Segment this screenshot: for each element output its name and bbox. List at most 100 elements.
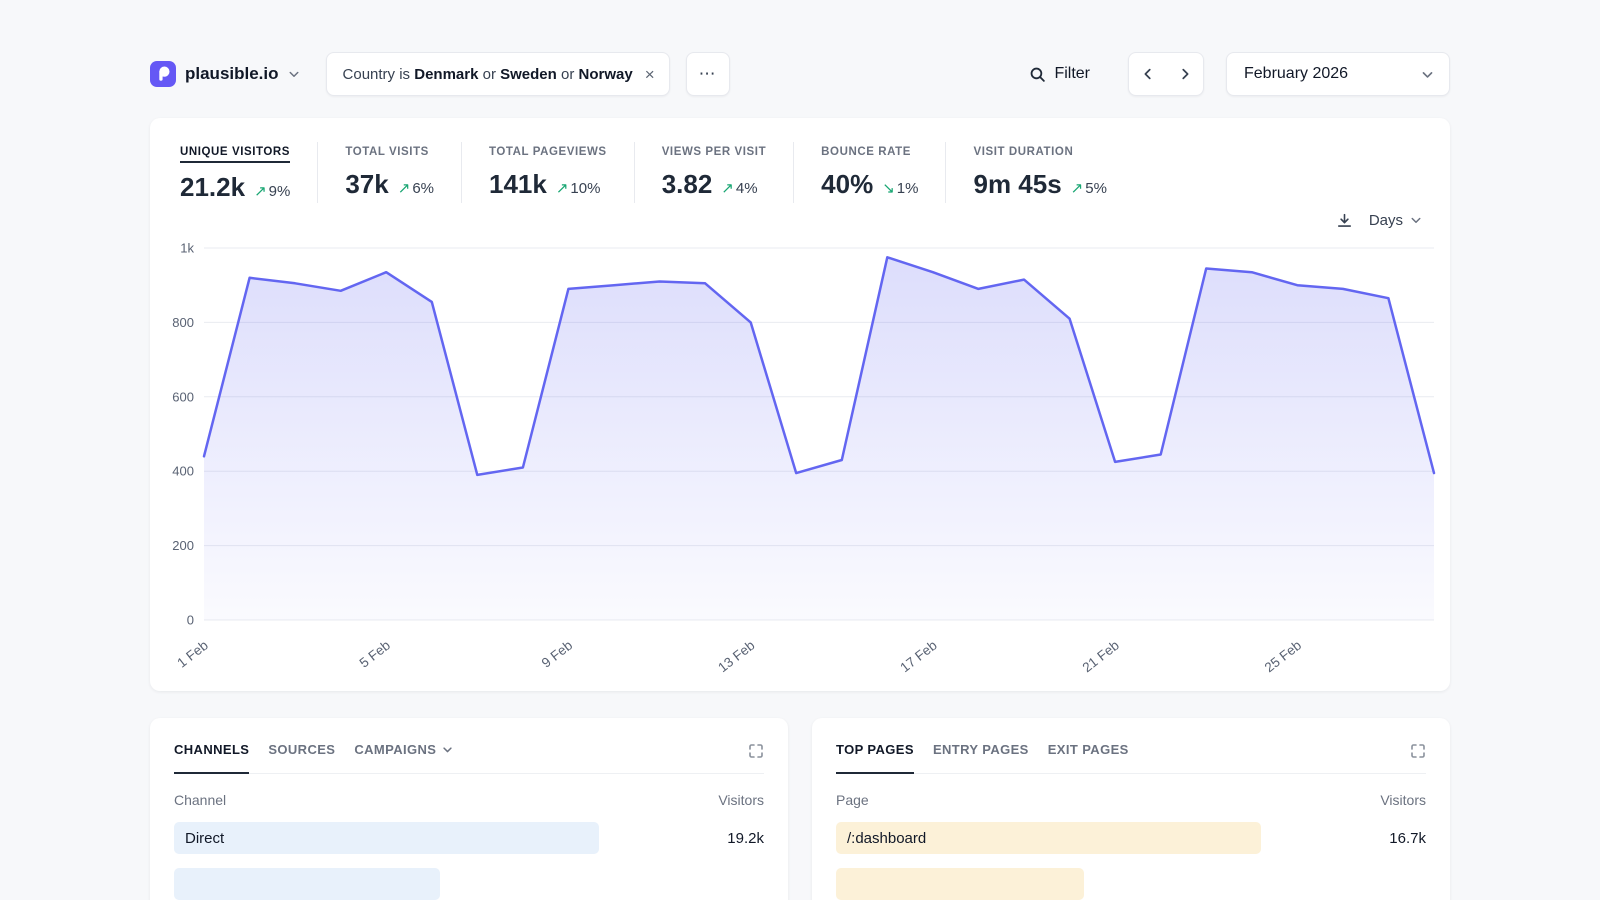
filter-button-label: Filter bbox=[1054, 65, 1090, 83]
expand-report-button[interactable] bbox=[748, 742, 764, 759]
metric-label: UNIQUE VISITORS bbox=[180, 146, 290, 163]
filter-joiner-2: or bbox=[557, 66, 579, 83]
channels-table-header: Channel Visitors bbox=[174, 792, 764, 808]
row-bar bbox=[174, 822, 599, 854]
next-period-button[interactable] bbox=[1166, 53, 1203, 95]
fullscreen-icon bbox=[1410, 743, 1426, 759]
metric-label: TOTAL PAGEVIEWS bbox=[489, 146, 607, 158]
expand-report-button[interactable] bbox=[1410, 742, 1426, 759]
trend-down-icon: ↘ bbox=[882, 180, 895, 197]
metric-change: ↗9% bbox=[254, 182, 290, 200]
row-label[interactable]: Direct bbox=[174, 830, 224, 847]
active-filter-pill[interactable]: Country is Denmark or Sweden or Norway × bbox=[326, 52, 670, 96]
table-row[interactable]: Direct 19.2k bbox=[174, 822, 764, 854]
tab-entry-pages[interactable]: ENTRY PAGES bbox=[933, 742, 1029, 772]
export-button[interactable] bbox=[1336, 212, 1353, 229]
more-options-button[interactable]: ⋯ bbox=[686, 52, 730, 96]
pages-card: TOP PAGES ENTRY PAGES EXIT PAGES Page Vi… bbox=[812, 718, 1450, 900]
filter-button[interactable]: Filter bbox=[1029, 65, 1090, 83]
column-header-page: Page bbox=[836, 792, 869, 808]
svg-text:1 Feb: 1 Feb bbox=[174, 638, 210, 671]
svg-text:0: 0 bbox=[187, 613, 194, 628]
column-header-visitors: Visitors bbox=[1380, 792, 1426, 808]
trend-up-icon: ↗ bbox=[556, 180, 569, 197]
reports-row: CHANNELS SOURCES CAMPAIGNS Channel Visit… bbox=[150, 718, 1450, 900]
metric-views-per-visit[interactable]: VIEWS PER VISIT 3.82 ↗4% bbox=[634, 142, 793, 203]
chevron-down-icon bbox=[1410, 214, 1422, 226]
svg-text:800: 800 bbox=[172, 315, 194, 330]
trend-up-icon: ↗ bbox=[721, 180, 734, 197]
filter-country-3: Norway bbox=[579, 66, 633, 83]
metric-bounce-rate[interactable]: BOUNCE RATE 40% ↘1% bbox=[793, 142, 945, 203]
pages-rows: /:dashboard 16.7k bbox=[836, 822, 1426, 900]
metric-total-pageviews[interactable]: TOTAL PAGEVIEWS 141k ↗10% bbox=[461, 142, 634, 203]
tab-exit-pages[interactable]: EXIT PAGES bbox=[1048, 742, 1129, 772]
top-bar: plausible.io Country is Denmark or Swede… bbox=[150, 50, 1450, 98]
interval-picker[interactable]: Days bbox=[1369, 212, 1422, 229]
chevron-left-icon bbox=[1141, 67, 1155, 81]
svg-text:13 Feb: 13 Feb bbox=[715, 638, 757, 676]
trend-up-icon: ↗ bbox=[398, 180, 411, 197]
prev-period-button[interactable] bbox=[1129, 53, 1166, 95]
download-icon bbox=[1336, 212, 1353, 229]
column-header-channel: Channel bbox=[174, 792, 226, 808]
metric-visit-duration[interactable]: VISIT DURATION 9m 45s ↗5% bbox=[945, 142, 1133, 203]
row-bar bbox=[174, 868, 440, 900]
metric-label: VISIT DURATION bbox=[973, 146, 1073, 158]
svg-text:400: 400 bbox=[172, 464, 194, 479]
metric-total-visits[interactable]: TOTAL VISITS 37k ↗6% bbox=[317, 142, 461, 203]
svg-text:5 Feb: 5 Feb bbox=[357, 638, 393, 671]
metric-value: 9m 45s bbox=[973, 169, 1061, 200]
filter-text: Country is bbox=[343, 66, 415, 83]
svg-text:1k: 1k bbox=[180, 241, 194, 256]
table-row-partial[interactable] bbox=[174, 868, 764, 900]
chart-controls: Days bbox=[150, 207, 1450, 233]
svg-text:600: 600 bbox=[172, 389, 194, 404]
metric-unique-visitors[interactable]: UNIQUE VISITORS 21.2k ↗9% bbox=[180, 142, 317, 203]
metric-change: ↗5% bbox=[1071, 179, 1107, 197]
channels-card: CHANNELS SOURCES CAMPAIGNS Channel Visit… bbox=[150, 718, 788, 900]
column-header-visitors: Visitors bbox=[718, 792, 764, 808]
metric-change: ↗6% bbox=[398, 179, 434, 197]
date-range-label: February 2026 bbox=[1244, 65, 1348, 83]
metric-value: 37k bbox=[345, 169, 388, 200]
metric-change: ↗10% bbox=[556, 179, 601, 197]
filter-joiner-1: or bbox=[478, 66, 500, 83]
chevron-down-icon bbox=[1421, 68, 1434, 81]
tab-sources[interactable]: SOURCES bbox=[268, 742, 335, 772]
table-row[interactable]: /:dashboard 16.7k bbox=[836, 822, 1426, 854]
pages-table-header: Page Visitors bbox=[836, 792, 1426, 808]
date-nav bbox=[1128, 52, 1204, 96]
trend-up-icon: ↗ bbox=[254, 183, 267, 200]
search-icon bbox=[1029, 66, 1046, 83]
row-label[interactable]: /:dashboard bbox=[836, 830, 926, 847]
site-picker[interactable]: plausible.io bbox=[150, 61, 300, 87]
row-value: 19.2k bbox=[727, 830, 764, 847]
metric-change: ↘1% bbox=[882, 179, 918, 197]
channels-tabs: CHANNELS SOURCES CAMPAIGNS bbox=[174, 742, 764, 774]
metric-change: ↗4% bbox=[721, 179, 757, 197]
channels-rows: Direct 19.2k bbox=[174, 822, 764, 900]
chevron-right-icon bbox=[1178, 67, 1192, 81]
metric-label: BOUNCE RATE bbox=[821, 146, 911, 158]
metric-value: 40% bbox=[821, 169, 873, 200]
chevron-down-icon bbox=[288, 68, 300, 80]
tab-campaigns[interactable]: CAMPAIGNS bbox=[354, 742, 453, 772]
table-row-partial[interactable] bbox=[836, 868, 1426, 900]
tab-channels[interactable]: CHANNELS bbox=[174, 742, 249, 774]
metric-value: 3.82 bbox=[662, 169, 713, 200]
pages-tabs: TOP PAGES ENTRY PAGES EXIT PAGES bbox=[836, 742, 1426, 774]
date-range-picker[interactable]: February 2026 bbox=[1226, 52, 1450, 96]
chevron-down-icon bbox=[442, 744, 453, 755]
remove-filter-button[interactable]: × bbox=[645, 66, 655, 83]
tab-top-pages[interactable]: TOP PAGES bbox=[836, 742, 914, 774]
svg-text:25 Feb: 25 Feb bbox=[1262, 638, 1304, 676]
svg-text:17 Feb: 17 Feb bbox=[897, 638, 939, 676]
plausible-logo-icon bbox=[150, 61, 176, 87]
metric-value: 141k bbox=[489, 169, 547, 200]
site-name: plausible.io bbox=[185, 64, 279, 84]
interval-label: Days bbox=[1369, 212, 1403, 229]
row-value: 16.7k bbox=[1389, 830, 1426, 847]
trend-up-icon: ↗ bbox=[1071, 180, 1084, 197]
metric-label: TOTAL VISITS bbox=[345, 146, 429, 158]
